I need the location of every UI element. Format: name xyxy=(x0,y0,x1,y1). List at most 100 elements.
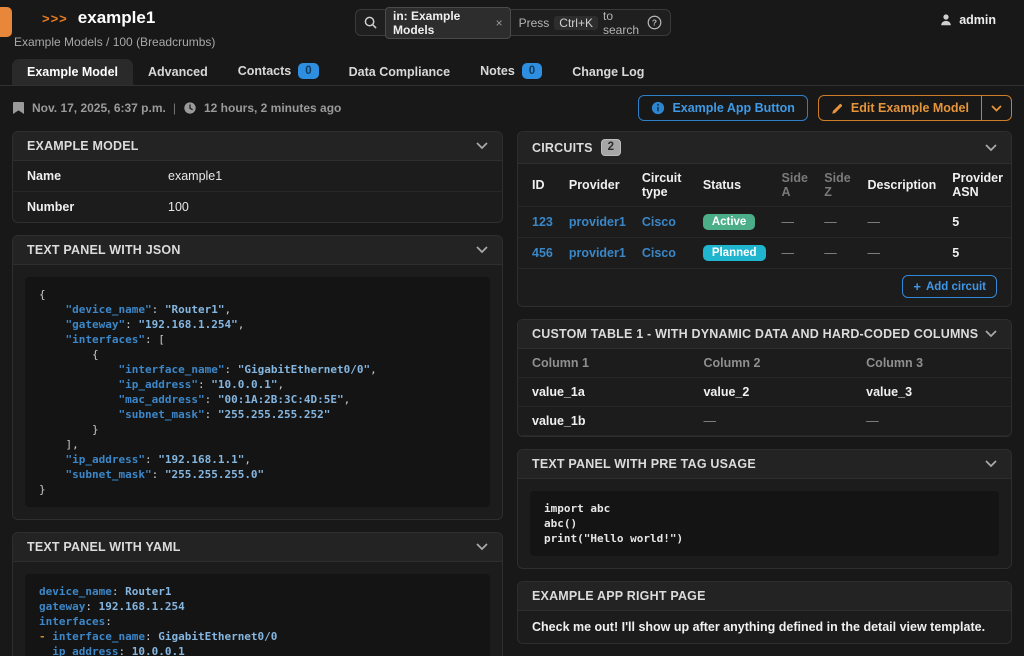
clock-icon xyxy=(183,101,197,115)
breadcrumb[interactable]: Example Models / 100 (Breadcrumbs) xyxy=(14,35,1012,49)
circuit-type-link[interactable]: Cisco xyxy=(642,215,676,229)
col-header-1: Column 1 xyxy=(518,349,695,378)
example-app-button[interactable]: Example App Button xyxy=(638,95,807,121)
info-icon xyxy=(651,101,665,115)
logo-chevrons-icon: >>> xyxy=(42,11,68,26)
table-row: value_1b — — xyxy=(518,407,1011,436)
description-cell: — xyxy=(859,238,944,269)
status-badge[interactable]: Active xyxy=(703,214,756,230)
collapse-chevron-icon[interactable] xyxy=(476,142,488,150)
circuit-id-link[interactable]: 123 xyxy=(532,215,553,229)
username: admin xyxy=(959,13,996,27)
created-icon xyxy=(12,101,25,115)
meta-row: Nov. 17, 2025, 6:37 p.m. | 12 hours, 2 m… xyxy=(0,86,1024,131)
contacts-count-badge: 0 xyxy=(298,63,318,79)
panel-title: CIRCUITS 2 xyxy=(532,139,621,156)
collapse-chevron-icon[interactable] xyxy=(985,460,997,468)
circuit-type-link[interactable]: Cisco xyxy=(642,246,676,260)
svg-text:?: ? xyxy=(652,18,657,28)
ctrl-k-kbd: Ctrl+K xyxy=(554,16,598,30)
side-a-cell: — xyxy=(774,207,817,238)
attr-row-number: Number 100 xyxy=(13,192,502,222)
tab-data-compliance[interactable]: Data Compliance xyxy=(334,59,465,85)
created-timestamp: Nov. 17, 2025, 6:37 p.m. xyxy=(32,101,166,115)
side-z-cell: — xyxy=(816,207,859,238)
circuit-id-link[interactable]: 456 xyxy=(532,246,553,260)
tab-contacts[interactable]: Contacts0 xyxy=(223,57,334,85)
description-cell: — xyxy=(859,207,944,238)
panel-title: CUSTOM TABLE 1 - WITH DYNAMIC DATA AND H… xyxy=(532,327,978,341)
json-code-block: { "device_name": "Router1", "gateway": "… xyxy=(25,277,490,507)
provider-asn-cell: 5 xyxy=(944,207,1011,238)
updated-timestamp: 12 hours, 2 minutes ago xyxy=(204,101,341,115)
chevron-down-icon xyxy=(991,105,1002,112)
tab-advanced[interactable]: Advanced xyxy=(133,59,223,85)
circuits-panel: CIRCUITS 2 ID Provider Circuit type Stat… xyxy=(517,131,1012,307)
example-model-panel: EXAMPLE MODEL Name example1 Number 100 xyxy=(12,131,503,223)
panel-title: EXAMPLE APP RIGHT PAGE xyxy=(532,589,706,603)
user-menu[interactable]: admin xyxy=(939,13,996,27)
tab-notes[interactable]: Notes0 xyxy=(465,57,557,85)
collapse-chevron-icon[interactable] xyxy=(476,246,488,254)
col-header-status[interactable]: Status xyxy=(695,164,774,207)
custom-table: Column 1 Column 2 Column 3 value_1a valu… xyxy=(518,349,1011,436)
col-header-side-z: Side Z xyxy=(816,164,859,207)
col-header-circuit-type[interactable]: Circuit type xyxy=(634,164,695,207)
meta-separator: | xyxy=(173,101,176,115)
page-title: example1 xyxy=(78,8,156,28)
collapse-chevron-icon[interactable] xyxy=(476,543,488,551)
top-header: >>> example1 Example Models / 100 (Bread… xyxy=(0,0,1024,58)
content-area: EXAMPLE MODEL Name example1 Number 100 T… xyxy=(0,131,1024,656)
tab-bar: Example Model Advanced Contacts0 Data Co… xyxy=(0,58,1024,86)
pre-code-block: import abcabc()print("Hello world!") xyxy=(530,491,999,556)
panel-title: TEXT PANEL WITH YAML xyxy=(27,540,181,554)
circuit-row: 123 provider1 Cisco Active — — — 5 xyxy=(518,207,1011,238)
edit-split-button: Edit Example Model xyxy=(818,95,1012,121)
search-icon xyxy=(364,16,377,29)
col-header-description[interactable]: Description xyxy=(859,164,944,207)
notes-count-badge: 0 xyxy=(522,63,542,79)
status-badge[interactable]: Planned xyxy=(703,245,766,261)
col-header-side-a: Side A xyxy=(774,164,817,207)
edit-example-model-button[interactable]: Edit Example Model xyxy=(819,96,981,120)
search-scope-label: in: Example Models xyxy=(393,9,490,37)
user-icon xyxy=(939,13,953,27)
sidebar-toggle[interactable] xyxy=(0,7,12,37)
yaml-panel: TEXT PANEL WITH YAML device_name: Router… xyxy=(12,532,503,656)
panel-title: EXAMPLE MODEL xyxy=(27,139,139,153)
tab-change-log[interactable]: Change Log xyxy=(557,59,659,85)
col-header-provider-asn[interactable]: Provider ASN xyxy=(944,164,1011,207)
provider-link[interactable]: provider1 xyxy=(569,215,626,229)
provider-asn-cell: 5 xyxy=(944,238,1011,269)
right-page-text: Check me out! I'll show up after anythin… xyxy=(518,611,1011,643)
search-scope-chip[interactable]: in: Example Models × xyxy=(385,7,511,39)
help-icon[interactable]: ? xyxy=(647,15,662,30)
example-app-right-page-panel: EXAMPLE APP RIGHT PAGE Check me out! I'l… xyxy=(517,581,1012,644)
tab-example-model[interactable]: Example Model xyxy=(12,59,133,85)
search-input[interactable]: in: Example Models × Press Ctrl+K to sea… xyxy=(355,9,671,36)
circuits-table: ID Provider Circuit type Status Side A S… xyxy=(518,164,1011,269)
col-header-provider[interactable]: Provider xyxy=(561,164,634,207)
col-header-2: Column 2 xyxy=(695,349,858,378)
pre-tag-panel: TEXT PANEL WITH PRE TAG USAGE import abc… xyxy=(517,449,1012,569)
circuit-row: 456 provider1 Cisco Planned — — — 5 xyxy=(518,238,1011,269)
col-header-3: Column 3 xyxy=(858,349,1011,378)
edit-dropdown-toggle[interactable] xyxy=(981,96,1011,120)
panel-title: TEXT PANEL WITH JSON xyxy=(27,243,181,257)
table-row: value_1a value_2 value_3 xyxy=(518,378,1011,407)
custom-table-panel: CUSTOM TABLE 1 - WITH DYNAMIC DATA AND H… xyxy=(517,319,1012,437)
json-panel: TEXT PANEL WITH JSON { "device_name": "R… xyxy=(12,235,503,520)
col-header-id[interactable]: ID xyxy=(518,164,561,207)
side-a-cell: — xyxy=(774,238,817,269)
collapse-chevron-icon[interactable] xyxy=(985,330,997,338)
plus-icon: + xyxy=(913,279,921,294)
pencil-icon xyxy=(831,102,844,115)
collapse-chevron-icon[interactable] xyxy=(985,144,997,152)
attr-row-name: Name example1 xyxy=(13,161,502,192)
add-circuit-button[interactable]: + Add circuit xyxy=(902,275,997,298)
chip-close-icon[interactable]: × xyxy=(496,16,503,30)
yaml-code-block: device_name: Router1gateway: 192.168.1.2… xyxy=(25,574,490,656)
circuits-count-badge: 2 xyxy=(601,139,622,156)
provider-link[interactable]: provider1 xyxy=(569,246,626,260)
search-hint: Press Ctrl+K to search xyxy=(519,9,639,37)
